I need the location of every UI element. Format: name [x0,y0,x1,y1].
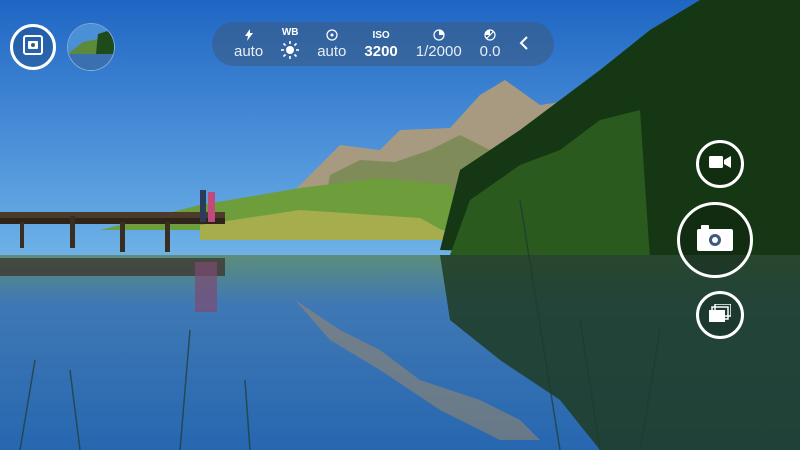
shutter-speed-value: 1/2000 [415,43,462,60]
iso-value: 3200 [364,43,398,60]
focus-setting[interactable]: auto [317,27,346,61]
iso-setting[interactable]: ISO 3200 [364,27,397,61]
focus-target-icon [326,27,338,43]
camera-lens-icon [22,34,44,61]
burst-mode-button[interactable] [696,291,744,339]
video-camera-icon [709,155,731,174]
exposure-value: 0.0 [479,43,501,60]
last-photo-thumbnail[interactable] [68,24,114,70]
shutter-speed-setting[interactable]: 1/2000 [416,27,462,61]
chevron-left-icon[interactable] [519,34,529,54]
white-balance-label: WB [281,27,299,38]
camera-mode-button[interactable] [10,24,56,70]
flash-value: auto [234,43,264,60]
white-balance-setting[interactable]: WB [281,25,300,64]
camera-icon [697,224,733,256]
burst-photos-icon [709,302,732,327]
focus-value: auto [317,43,347,60]
exposure-setting[interactable]: 0.0 [480,27,501,61]
flash-setting[interactable]: auto [234,27,263,61]
shutter-dial-icon [433,27,445,43]
iso-label: ISO [372,29,390,41]
sun-icon [281,40,300,64]
lightning-icon [244,27,254,43]
exposure-compensation-icon [484,27,496,43]
video-record-button[interactable] [696,140,744,188]
shutter-button[interactable] [677,202,753,278]
camera-settings-bar: auto WB auto ISO 3200 1/2000 0.0 [212,22,554,66]
